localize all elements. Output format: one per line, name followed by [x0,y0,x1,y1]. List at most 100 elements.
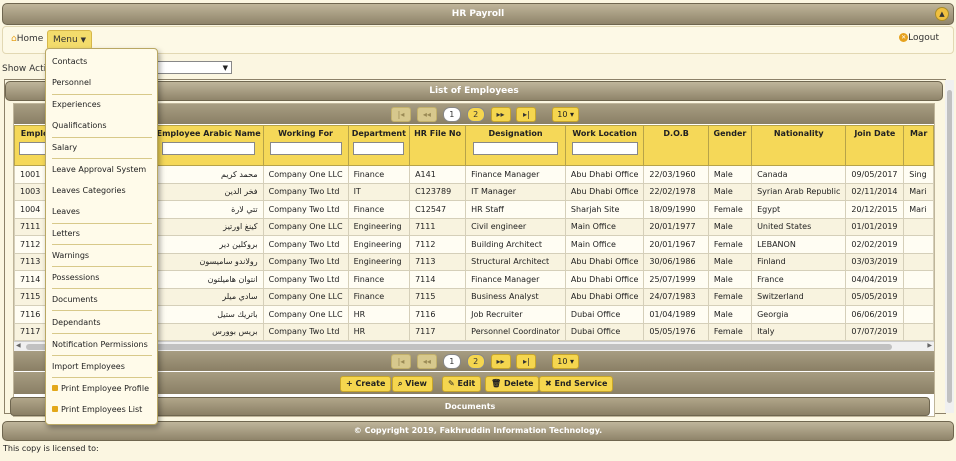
table-cell: Structural Architect [465,252,566,271]
table-cell: Engineering [347,235,411,254]
end-service-button[interactable]: ✖ End Service [539,376,614,392]
filter-input[interactable] [161,142,256,155]
menu-item-warnings[interactable]: Warnings [52,250,152,262]
menu-item-letters[interactable]: Letters [52,228,152,240]
menu-item-salary[interactable]: Salary [52,142,152,154]
end-service-label: End Service [554,379,608,388]
column-header[interactable]: D.O.B [643,125,709,166]
menu-item-notification-permissions[interactable]: Notification Permissions [52,339,152,351]
page-size-select[interactable]: 10 ▾ [552,107,579,122]
filter-input[interactable] [571,142,638,155]
close-circle-icon: ✕ [899,33,909,42]
table-cell: باتريك ستيل [153,305,264,324]
menu-divider [52,94,152,95]
menu-item-dependants[interactable]: Dependants [52,317,152,329]
table-cell: 18/09/1990 [643,200,709,219]
home-link[interactable]: ⌂Home [11,34,43,44]
view-button[interactable]: ⌕ View [392,376,433,392]
table-cell: Main Office [564,217,645,236]
table-cell: 7111 [409,217,467,236]
column-header[interactable]: Nationality [751,125,847,166]
table-cell: A141 [409,165,467,184]
pager-next-button[interactable]: ▸▸ [490,107,511,122]
page-size-value: 10 [557,110,568,119]
table-cell: 25/07/1999 [643,270,709,289]
pager-page-1[interactable]: 1 [442,107,461,122]
status-filter-select[interactable]: ll▼ [148,61,232,74]
table-cell: 7115 [409,287,467,306]
table-cell: 03/03/2019 [845,252,905,271]
pager-page-2[interactable]: 2 [466,107,485,122]
filter-input[interactable] [269,142,342,155]
pager-first-button[interactable]: |◂ [391,107,411,122]
menu-item-experiences[interactable]: Experiences [52,99,152,111]
table-cell: 30/06/1986 [643,252,709,271]
pager-prev-button[interactable]: ◂◂ [416,354,437,369]
table-cell: Switzerland [751,287,847,306]
table-cell: Male [707,270,753,289]
menu-item-leaves[interactable]: Leaves [52,206,152,218]
menu-item-personnel[interactable]: Personnel [52,77,152,89]
arrow-right-icon[interactable]: ▶ [927,342,932,349]
menu-item-leaves-categories[interactable]: Leaves Categories [52,185,152,197]
menu-item-contacts[interactable]: Contacts [52,56,152,68]
column-header[interactable]: Join Date [845,125,905,166]
table-cell: Company One LLC [262,287,349,306]
table-cell: Mari [903,200,934,219]
delete-button[interactable]: 🗑 Delete [485,376,540,392]
table-cell: 24/07/1983 [643,287,709,306]
app-title-bar: HR Payroll ▲ [2,3,954,25]
table-cell: Finland [751,252,847,271]
table-cell: Finance [347,200,411,219]
column-header[interactable]: Department [347,125,411,166]
column-header[interactable]: Mar [903,125,934,166]
page-size-select[interactable]: 10 ▾ [552,354,579,369]
table-cell: 7113 [409,252,467,271]
column-label: Working For [278,129,334,138]
table-cell: Engineering [347,252,411,271]
pager-page-2[interactable]: 2 [466,354,485,369]
chevron-up-icon[interactable]: ▲ [935,7,949,21]
filter-input[interactable] [472,142,559,155]
filter-input[interactable] [353,142,405,155]
column-header[interactable]: Work Location [564,125,645,166]
pager-page-1[interactable]: 1 [442,354,461,369]
menu-label: Menu [53,35,78,45]
column-header[interactable]: HR File No [409,125,467,166]
menu-divider [52,355,152,356]
table-cell [903,305,934,324]
menu-item-print-employees-list[interactable]: Print Employees List [52,404,152,416]
pager-prev-button[interactable]: ◂◂ [416,107,437,122]
pager-first-button[interactable]: |◂ [391,354,411,369]
pager-last-button[interactable]: ▸| [516,107,537,122]
column-header[interactable]: Employee Arabic Name [153,125,264,166]
column-header[interactable]: Working For [262,125,349,166]
create-button[interactable]: + Create [340,376,392,392]
pencil-icon: ✎ [448,379,455,388]
scrollbar-thumb[interactable] [947,90,952,403]
menu-divider [52,137,152,138]
menu-item-leave-approval[interactable]: Leave Approval System [52,164,152,176]
menu-item-qualifications[interactable]: Qualifications [52,120,152,132]
pager-last-button[interactable]: ▸| [516,354,537,369]
pager-next-button[interactable]: ▸▸ [490,354,511,369]
table-cell: Female [707,235,753,254]
edit-button[interactable]: ✎ Edit [442,376,482,392]
menu-item-documents[interactable]: Documents [52,294,152,306]
column-header[interactable]: Gender [707,125,753,166]
table-cell: C12547 [409,200,467,219]
table-cell: Company One LLC [262,305,349,324]
menu-item-possessions[interactable]: Possessions [52,272,152,284]
arrow-left-icon[interactable]: ◀ [16,342,21,349]
logout-link[interactable]: ✕ Logout [899,33,939,43]
menu-item-import-employees[interactable]: Import Employees [52,361,152,373]
vertical-scrollbar[interactable] [945,80,954,413]
table-cell: Female [707,200,753,219]
table-cell: Canada [751,165,847,184]
menu-button[interactable]: Menu ▼ [47,30,92,50]
table-cell: 22/02/1978 [643,182,709,201]
column-header[interactable]: Designation [465,125,566,166]
table-cell: Female [707,322,753,341]
menu-item-print-employee-profile[interactable]: Print Employee Profile [52,383,152,395]
table-cell: Company One LLC [262,217,349,236]
